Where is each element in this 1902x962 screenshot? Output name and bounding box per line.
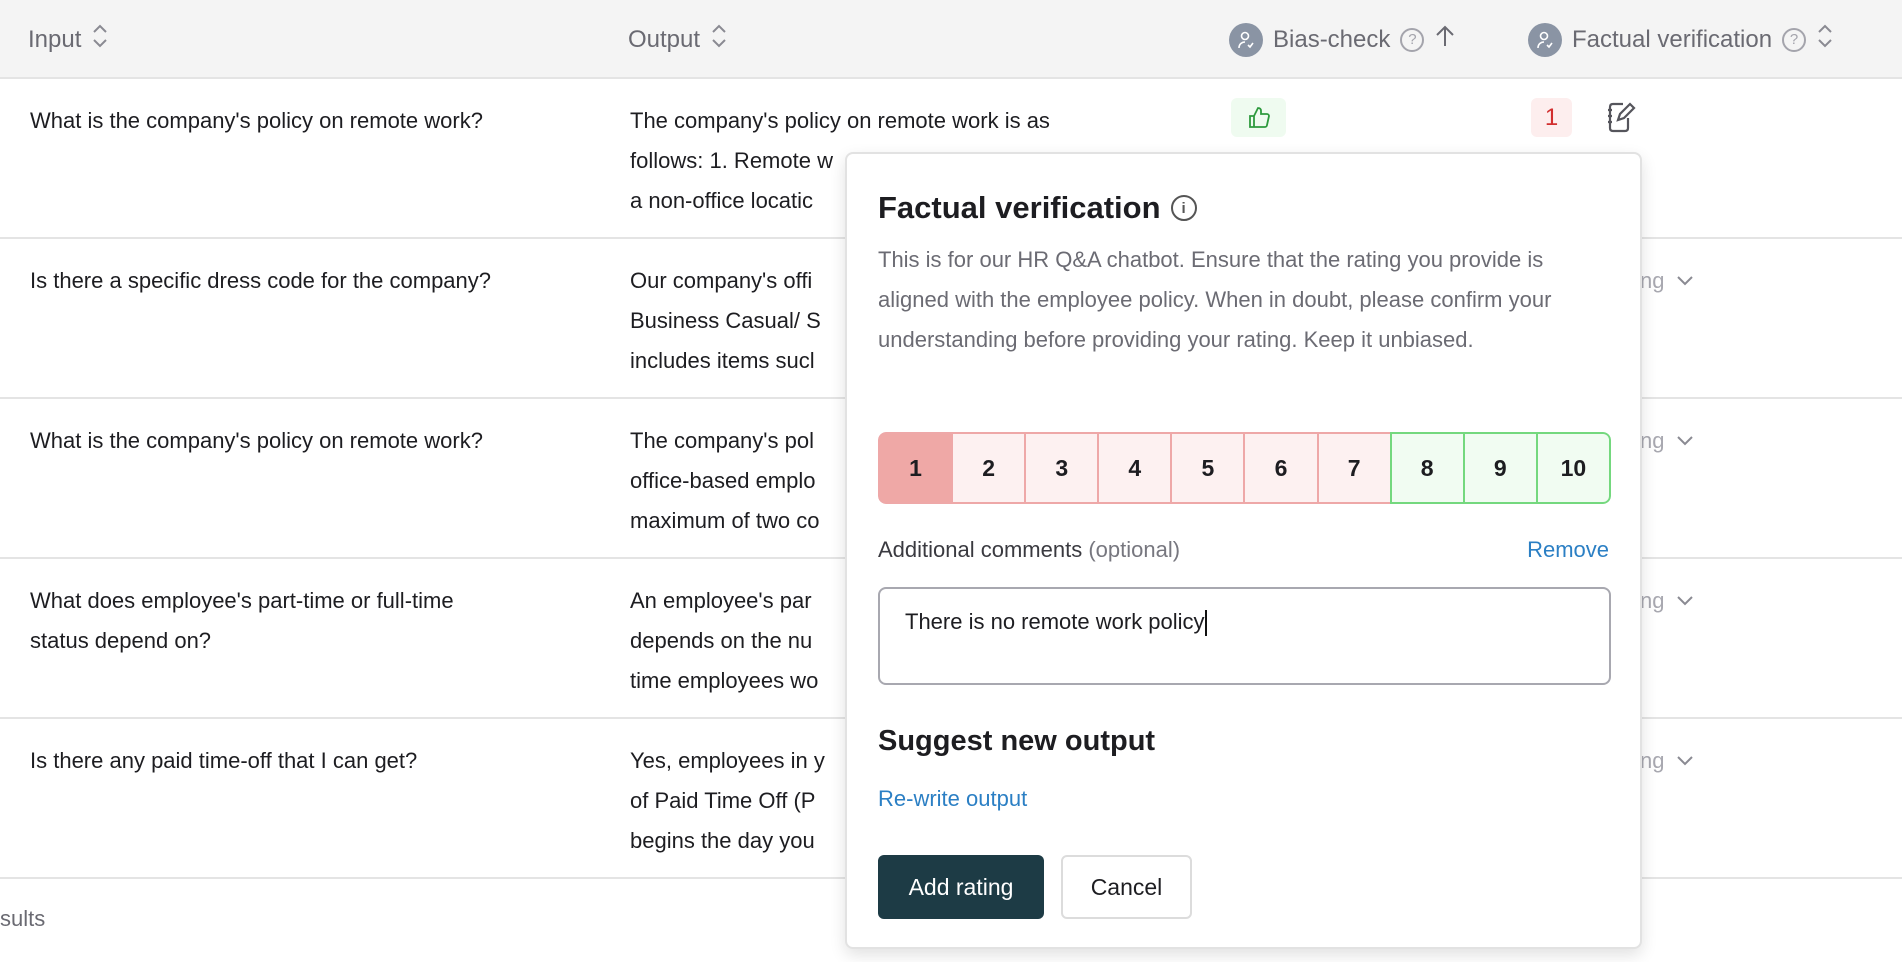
add-rating-button[interactable]: Add rating	[878, 855, 1044, 919]
cell-text: Business Casual/ S	[630, 308, 821, 333]
rating-option-2[interactable]: 2	[951, 432, 1027, 504]
cell-text: What does employee's part-time or full-t…	[30, 588, 454, 613]
bias-check-thumbs-up-badge[interactable]	[1231, 98, 1286, 137]
output-cell: Our company's offi Business Casual/ S in…	[630, 261, 821, 381]
rating-option-4[interactable]: 4	[1097, 432, 1173, 504]
title-text: Factual verification	[878, 190, 1161, 225]
cell-text: depends on the nu	[630, 628, 813, 653]
optional-text: (optional)	[1088, 537, 1181, 562]
cell-text: maximum of two co	[630, 508, 820, 533]
dropdown-label: ng	[1640, 268, 1665, 293]
column-header-input[interactable]: Input	[28, 0, 109, 79]
rating-option-8[interactable]: 8	[1389, 432, 1465, 504]
remove-comments-link[interactable]: Remove	[1527, 537, 1609, 563]
output-cell: The company's pol office-based emplo max…	[630, 421, 820, 541]
column-header-bias-check[interactable]: Bias-check ?	[1229, 0, 1456, 79]
dropdown-label: ng	[1640, 588, 1665, 613]
help-icon[interactable]: ?	[1782, 27, 1807, 52]
rating-option-1[interactable]: 1	[878, 432, 954, 504]
cell-text: includes items sucl	[630, 348, 815, 373]
cell-text: status depend on?	[30, 628, 212, 653]
text-caret	[1204, 610, 1207, 637]
cell-text: office-based emplo	[630, 468, 816, 493]
results-count: sults	[0, 906, 46, 931]
input-cell: What is the company's policy on remote w…	[30, 101, 483, 141]
output-cell: Yes, employees in y of Paid Time Off (P …	[630, 741, 825, 861]
rewrite-output-link[interactable]: Re-write output	[878, 786, 1027, 812]
cancel-button[interactable]: Cancel	[1061, 855, 1192, 919]
rating-option-7[interactable]: 7	[1316, 432, 1392, 504]
input-cell: Is there any paid time-off that I can ge…	[30, 741, 417, 781]
human-reviewer-icon	[1229, 22, 1263, 57]
label-text: Additional comments	[878, 537, 1083, 562]
factual-score-badge[interactable]: 1	[1531, 98, 1572, 137]
add-rating-dropdown[interactable]: ng	[1640, 581, 1694, 621]
popover-title: Factual verification i	[878, 190, 1197, 226]
popover-description: This is for our HR Q&A chatbot. Ensure t…	[878, 247, 1552, 352]
rating-option-6[interactable]: 6	[1243, 432, 1319, 504]
column-label: Bias-check	[1273, 25, 1391, 53]
add-rating-dropdown[interactable]: ng	[1640, 421, 1694, 461]
rating-option-9[interactable]: 9	[1462, 432, 1538, 504]
add-rating-dropdown[interactable]: ng	[1640, 741, 1694, 781]
rating-option-5[interactable]: 5	[1170, 432, 1246, 504]
dropdown-label: ng	[1640, 428, 1665, 453]
cell-text: Is there any paid time-off that I can ge…	[30, 748, 418, 773]
sort-icon[interactable]	[91, 23, 109, 56]
chevron-down-icon	[1677, 436, 1694, 446]
sort-ascending-icon[interactable]	[1434, 24, 1456, 55]
info-icon[interactable]: i	[1170, 195, 1197, 221]
column-label: Output	[628, 25, 701, 53]
column-label: Input	[28, 25, 82, 53]
cell-text: of Paid Time Off (P	[630, 788, 816, 813]
table-header: Input Output Bias-check ? Factual verifi…	[0, 0, 1902, 79]
chevron-down-icon	[1677, 756, 1694, 766]
chevron-down-icon	[1677, 276, 1694, 286]
comments-textarea[interactable]: There is no remote work policy	[878, 587, 1611, 685]
cell-text: begins the day you	[630, 828, 815, 853]
cell-text: The company's policy on remote work is a…	[630, 108, 1050, 133]
comments-label: Additional comments (optional)	[878, 537, 1180, 563]
thumbs-up-icon	[1248, 106, 1270, 128]
cell-text: What is the company's policy on remote w…	[30, 108, 483, 133]
cell-text: Yes, employees in y	[630, 748, 825, 773]
sort-icon[interactable]	[1816, 23, 1834, 56]
rating-option-10[interactable]: 10	[1535, 432, 1611, 504]
input-cell: What does employee's part-time or full-t…	[30, 581, 454, 661]
input-cell: What is the company's policy on remote w…	[30, 421, 483, 461]
cell-text: What is the company's policy on remote w…	[30, 428, 483, 453]
add-rating-dropdown[interactable]: ng	[1640, 261, 1694, 301]
factual-verification-popover: Factual verification i This is for our HR…	[845, 152, 1642, 949]
cell-text: An employee's par	[630, 588, 812, 613]
dropdown-label: ng	[1640, 748, 1665, 773]
cell-text: Our company's offi	[630, 268, 813, 293]
rating-option-3[interactable]: 3	[1024, 432, 1100, 504]
column-header-factual-verification[interactable]: Factual verification ?	[1528, 0, 1834, 79]
edit-notes-icon[interactable]	[1604, 100, 1636, 139]
human-reviewer-icon	[1528, 22, 1562, 57]
help-icon[interactable]: ?	[1400, 27, 1425, 52]
chevron-down-icon	[1677, 596, 1694, 606]
sort-icon[interactable]	[710, 23, 728, 56]
textarea-value: There is no remote work policy	[905, 609, 1205, 634]
rating-scale: 1 2 3 4 5 6 7 8 9 10	[878, 432, 1611, 504]
cell-text: The company's pol	[630, 428, 814, 453]
output-cell: An employee's par depends on the nu time…	[630, 581, 818, 701]
column-label: Factual verification	[1572, 25, 1773, 53]
column-header-output[interactable]: Output	[628, 0, 728, 79]
suggest-output-heading: Suggest new output	[878, 725, 1156, 757]
cell-text: Is there a specific dress code for the c…	[30, 268, 492, 293]
cell-text: time employees wo	[630, 668, 819, 693]
input-cell: Is there a specific dress code for the c…	[30, 261, 491, 301]
